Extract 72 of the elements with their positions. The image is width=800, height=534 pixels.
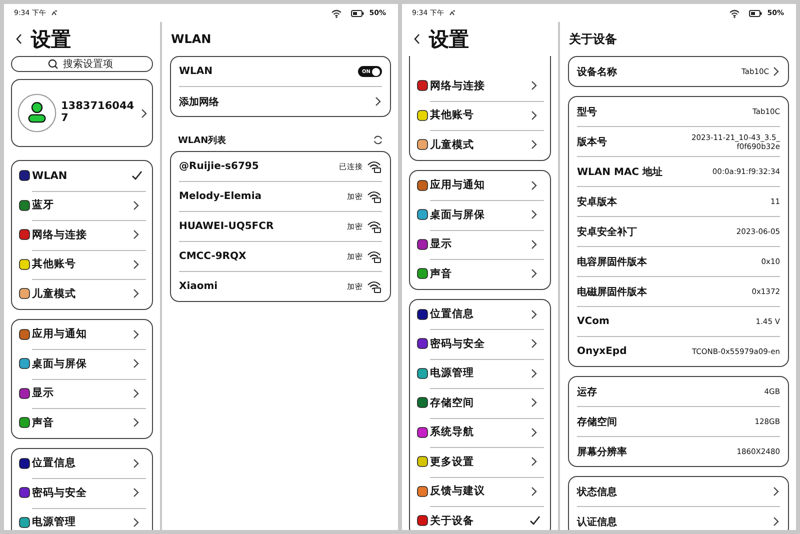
wifi-lock-icon [367,190,382,203]
menu-item[interactable]: 显示 [417,230,544,259]
wifi-lock-icon [367,250,382,263]
notification-icon [50,10,58,16]
menu-item[interactable]: 系统导航 [417,418,544,447]
menu-item[interactable]: 蓝牙 [19,190,146,220]
info-label: OnyxEpd [577,346,627,357]
info-label: 安卓版本 [577,195,617,208]
menu-item[interactable]: 网络与连接 [19,220,146,250]
profile-card[interactable]: 13837160447 [11,79,153,147]
wifi-icon [331,8,342,18]
menu-item[interactable]: 存储空间 [417,388,544,418]
info-label: 电磁屏固件版本 [577,286,647,298]
menu-item[interactable]: 电源管理 [417,358,544,388]
chevron-icon [140,108,148,118]
menu-item[interactable]: 声音 [19,408,146,438]
menu-item[interactable]: 电源管理 [19,508,146,530]
menu-item[interactable]: 位置信息 [417,300,544,329]
chevron-icon [374,96,382,107]
info-label: WLAN MAC 地址 [577,166,663,178]
info-label: 电容屏固件版本 [577,255,647,268]
page-title: 设置 [429,26,469,52]
menu-item[interactable]: 儿童模式 [417,130,544,160]
chevron-icon [772,516,780,527]
back-icon[interactable] [15,33,23,45]
battery-icon [351,10,364,16]
info-label: 存储空间 [577,416,617,428]
info-label: 版本号 [577,136,607,148]
search-icon [48,59,58,69]
menu-item[interactable]: 应用与通知 [417,170,544,200]
page-title: 设置 [31,26,71,52]
menu-item[interactable]: 反馈与建议 [417,476,544,506]
setting-link[interactable]: 添加网络 [179,87,382,116]
setting-label: WLAN [179,66,213,77]
menu-item[interactable]: 桌面与屏保 [19,349,146,378]
menu-item[interactable]: 桌面与屏保 [417,200,544,230]
battery-icon [749,10,762,16]
menu-item[interactable]: 更多设置 [417,447,544,476]
info-label: VCom [577,316,610,327]
back-icon[interactable] [413,33,421,45]
info-label: 安卓安全补丁 [577,225,637,238]
wifi-lock-icon [367,280,382,293]
section-heading: WLAN列表 [178,134,226,146]
wifi-lock-icon [367,220,382,233]
menu-item[interactable]: 显示 [19,378,146,408]
pane-title: WLAN [170,31,212,48]
avatar-icon [17,93,57,133]
info-label: 屏幕分辨率 [577,445,627,458]
setting-link[interactable]: 状态信息 [577,477,780,507]
pane-title: 关于设备 [568,30,618,48]
search-field[interactable]: 搜索设置项 [11,56,153,72]
menu-item[interactable]: 网络与连接 [417,71,544,100]
menu-item[interactable]: 儿童模式 [19,279,146,308]
chevron-icon [772,486,780,497]
info-label: 型号 [577,106,597,118]
chevron-icon [772,66,780,77]
menu-item[interactable]: 其他账号 [19,250,146,279]
menu-item[interactable]: 其他账号 [417,100,544,130]
menu-item[interactable]: 关于设备 [417,506,544,530]
refresh-icon[interactable] [373,135,383,145]
setting-link[interactable]: 认证信息 [577,507,780,530]
menu-item[interactable]: 声音 [417,259,544,288]
wifi-lock-icon [367,160,382,173]
wifi-icon [729,8,740,18]
info-label: 运存 [577,386,597,398]
menu-item[interactable]: 位置信息 [19,448,146,478]
menu-item[interactable]: 密码与安全 [417,329,544,358]
menu-item[interactable]: 应用与通知 [19,320,146,349]
menu-item[interactable]: WLAN [19,161,146,190]
menu-item[interactable]: 密码与安全 [19,478,146,508]
notification-icon [448,10,456,16]
account-name: 13837160447 [61,101,136,125]
